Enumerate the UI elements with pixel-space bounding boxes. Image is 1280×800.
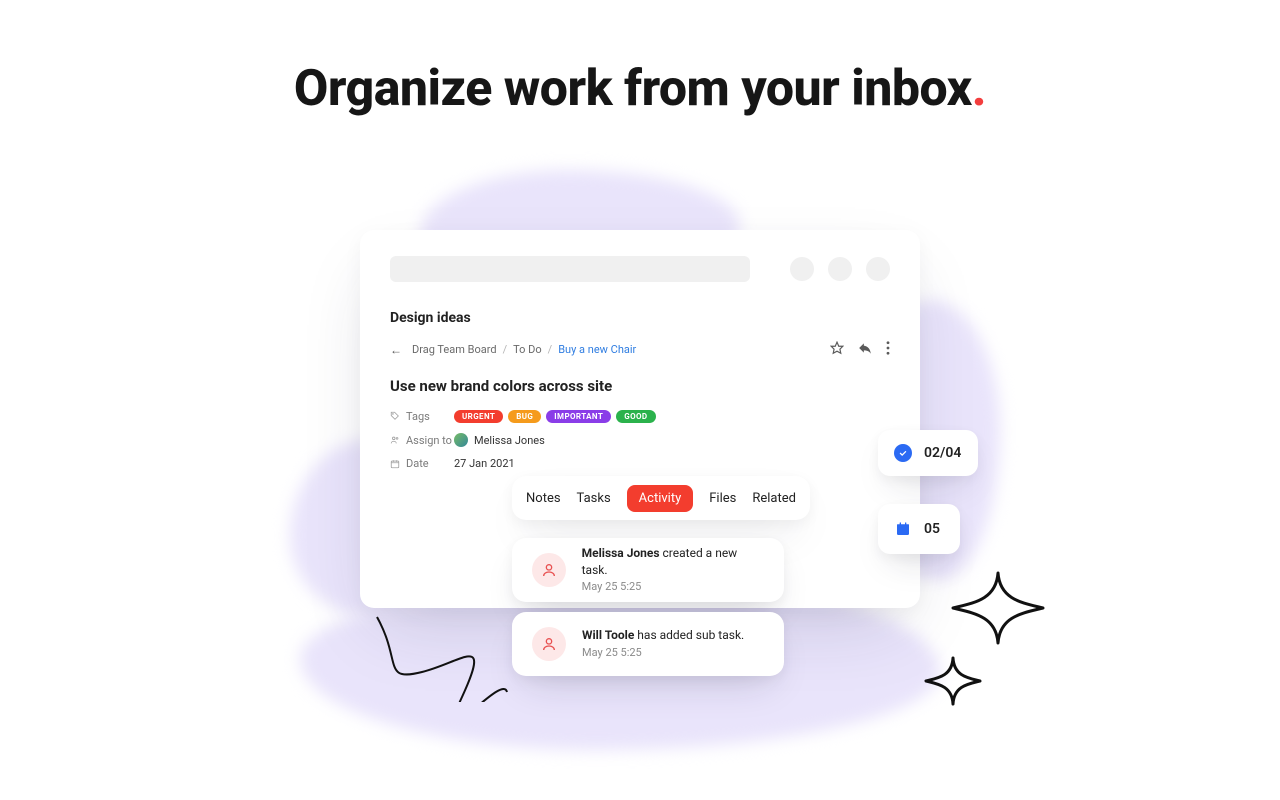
person-icon — [532, 553, 566, 587]
activity-time: May 25 5:25 — [582, 579, 764, 595]
person-icon — [532, 627, 566, 661]
reply-icon[interactable] — [858, 340, 872, 359]
decor-squiggle — [372, 612, 512, 702]
skeleton-avatar — [828, 257, 852, 281]
tab-tasks[interactable]: Tasks — [577, 491, 611, 506]
tab-related[interactable]: Related — [752, 491, 796, 506]
progress-chip[interactable]: 02/04 — [878, 430, 978, 476]
star-icon[interactable] — [830, 340, 844, 359]
date-label: Date — [390, 457, 454, 470]
activity-item[interactable]: Will Toole has added sub task. May 25 5:… — [512, 612, 784, 676]
tab-activity[interactable]: Activity — [627, 485, 694, 512]
tag-pill[interactable]: URGENT — [454, 410, 503, 423]
skeleton-avatar — [790, 257, 814, 281]
activity-item[interactable]: Melissa Jones created a new task. May 25… — [512, 538, 784, 602]
tag-list: URGENT BUG IMPORTANT GOOD — [454, 409, 661, 423]
skeleton-avatar — [866, 257, 890, 281]
tabs-bar: Notes Tasks Activity Files Related — [512, 476, 810, 520]
breadcrumb-item[interactable]: To Do — [513, 343, 542, 356]
assignee-label: Assign to — [390, 434, 454, 447]
check-circle-icon — [894, 444, 912, 462]
tag-pill[interactable]: GOOD — [616, 410, 655, 423]
task-title: Use new brand colors across site — [390, 377, 890, 395]
breadcrumb-item[interactable]: Drag Team Board — [412, 343, 497, 356]
section-title: Design ideas — [390, 310, 890, 326]
activity-time: May 25 5:25 — [582, 645, 744, 661]
avatar — [454, 433, 468, 447]
tag-pill[interactable]: IMPORTANT — [546, 410, 611, 423]
breadcrumb: ← Drag Team Board / To Do / Buy a new Ch… — [390, 343, 636, 357]
page-headline: Organize work from your inbox. — [0, 60, 1280, 118]
breadcrumb-current[interactable]: Buy a new Chair — [558, 343, 636, 356]
assignee-value[interactable]: Melissa Jones — [454, 433, 545, 447]
date-chip[interactable]: 05 — [878, 504, 960, 554]
decor-sparkle — [918, 568, 1048, 718]
skeleton-title-bar — [390, 256, 750, 282]
tag-pill[interactable]: BUG — [508, 410, 541, 423]
tab-files[interactable]: Files — [709, 491, 736, 506]
back-arrow-icon[interactable]: ← — [390, 343, 402, 357]
tags-label: Tags — [390, 410, 454, 423]
more-icon[interactable] — [886, 340, 890, 359]
calendar-icon — [894, 520, 912, 538]
date-value: 27 Jan 2021 — [454, 457, 515, 470]
tab-notes[interactable]: Notes — [526, 491, 561, 506]
